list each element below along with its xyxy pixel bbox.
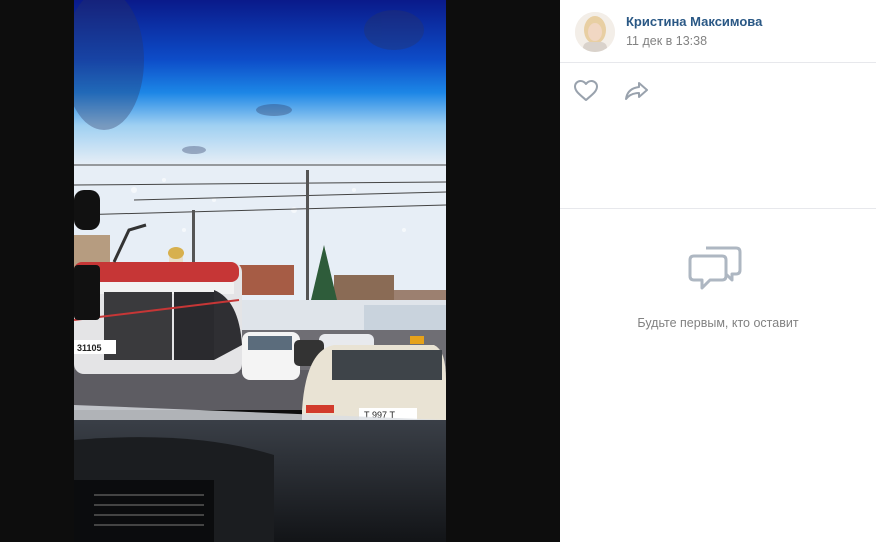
share-arrow-icon [625,82,648,100]
post-header: Кристина Максимова 11 дек в 13:38 [560,0,876,63]
like-button[interactable] [573,79,601,105]
post-actions [560,63,876,209]
author-name-link[interactable]: Кристина Максимова [626,14,762,29]
comments-empty-text: Будьте первым, кто оставит [637,316,799,330]
post-date-link[interactable]: 11 дек в 13:38 [626,34,707,48]
tram-number: 31105 [77,343,102,353]
post-photo[interactable]: 31105 Т 997 Т [74,0,446,542]
post-side-panel: Кристина Максимова 11 дек в 13:38 Будьте… [560,0,876,542]
heart-icon [574,80,598,101]
share-button[interactable] [624,79,652,105]
speech-bubbles-icon [688,242,744,297]
author-avatar[interactable] [575,12,615,52]
